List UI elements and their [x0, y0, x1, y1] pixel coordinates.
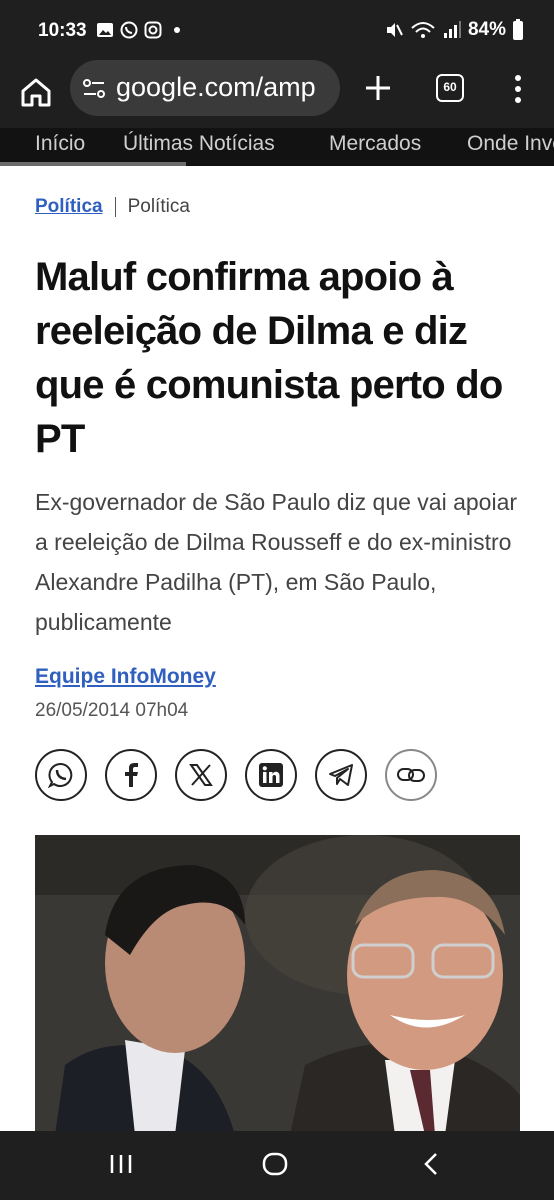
share-telegram-button[interactable]	[315, 749, 367, 801]
url-text: google.com/amp	[116, 72, 316, 102]
mute-icon	[386, 23, 403, 37]
section-nav: Início Últimas Notícias Mercados Onde In…	[0, 128, 554, 166]
gallery-icon	[97, 23, 113, 37]
whatsapp-icon	[120, 21, 138, 39]
new-tab-icon[interactable]	[362, 72, 394, 104]
status-time: 10:33	[38, 20, 87, 41]
wifi-6e-icon	[411, 22, 435, 38]
share-x-button[interactable]	[175, 749, 227, 801]
share-bar	[35, 749, 437, 801]
breadcrumb: Política Política	[35, 196, 190, 218]
system-icons: 84%	[384, 19, 524, 41]
share-facebook-button[interactable]	[105, 749, 157, 801]
address-bar[interactable]: google.com/amp	[70, 60, 340, 116]
author-link[interactable]: Equipe InfoMoney	[35, 665, 216, 689]
nav-tab-mercados[interactable]: Mercados	[329, 132, 421, 156]
subcategory-label: Política	[127, 196, 190, 217]
signal-icon	[443, 21, 461, 38]
browser-toolbar: google.com/amp 60	[0, 60, 554, 128]
facebook-icon	[125, 763, 138, 787]
battery-icon	[513, 19, 523, 40]
back-icon[interactable]	[418, 1151, 444, 1177]
link-icon	[397, 768, 425, 782]
category-link[interactable]: Política	[35, 196, 103, 218]
nav-tab-ultimas-noticias[interactable]: Últimas Notícias	[123, 132, 275, 156]
copy-link-button[interactable]	[385, 749, 437, 801]
telegram-icon	[329, 764, 353, 786]
nav-scroll-indicator	[0, 162, 186, 166]
x-icon	[189, 764, 213, 786]
nav-tab-inicio[interactable]: Início	[35, 132, 85, 156]
publish-date: 26/05/2014 07h04	[35, 700, 189, 721]
instagram-icon	[144, 21, 162, 39]
notification-icons	[96, 21, 162, 39]
breadcrumb-divider	[114, 197, 116, 217]
share-whatsapp-button[interactable]	[35, 749, 87, 801]
home-icon[interactable]	[18, 74, 54, 110]
linkedin-icon	[259, 763, 283, 787]
article-title: Maluf confirma apoio à reeleição de Dilm…	[35, 255, 503, 461]
article-subtitle: Ex-governador de São Paulo diz que vai a…	[35, 489, 518, 635]
site-settings-icon[interactable]	[82, 78, 106, 100]
tab-count: 60	[443, 80, 457, 94]
status-bar: 10:33 84%	[0, 0, 554, 60]
recent-apps-icon[interactable]	[108, 1151, 134, 1177]
tab-switcher-button[interactable]: 60	[436, 74, 464, 102]
more-menu-icon[interactable]	[508, 74, 528, 104]
home-button-icon[interactable]	[262, 1151, 288, 1177]
nav-tab-onde-investir[interactable]: Onde Investir	[467, 132, 554, 156]
notification-dot	[174, 27, 180, 33]
share-linkedin-button[interactable]	[245, 749, 297, 801]
article-photo	[35, 835, 520, 1135]
battery-percent: 84%	[467, 19, 506, 40]
whatsapp-icon	[48, 762, 73, 788]
system-navigation-bar	[0, 1131, 554, 1200]
